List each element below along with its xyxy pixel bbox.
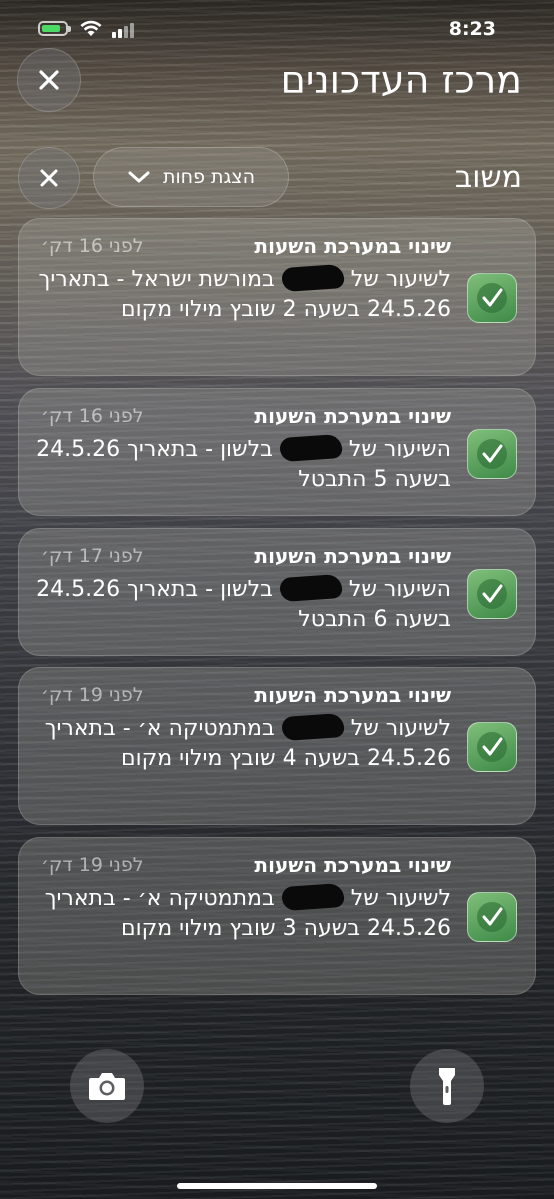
notification-card[interactable]: שינוי במערכת השעות לפני 17 דק׳ השיעור של… bbox=[18, 528, 536, 656]
close-notification-center-button[interactable] bbox=[17, 48, 81, 112]
notification-card[interactable]: שינוי במערכת השעות לפני 19 דק׳ לשיעור של… bbox=[18, 837, 536, 995]
clear-section-button[interactable] bbox=[18, 147, 80, 209]
notification-title: שינוי במערכת השעות bbox=[254, 404, 451, 428]
notification-body: השיעור של בלשון - בתאריך 24.5.26 בשעה 5 … bbox=[31, 433, 451, 495]
redacted-name bbox=[279, 433, 343, 463]
flashlight-button[interactable] bbox=[410, 1049, 484, 1123]
notification-body: לשיעור של במתמטיקה א׳ - בתאריך 24.5.26 ב… bbox=[31, 712, 451, 774]
redacted-name bbox=[280, 263, 345, 293]
notification-body: השיעור של בלשון - בתאריך 24.5.26 בשעה 6 … bbox=[31, 573, 451, 635]
show-less-button[interactable]: הצגת פחות bbox=[93, 147, 289, 207]
notification-card[interactable]: שינוי במערכת השעות לפני 16 דק׳ השיעור של… bbox=[18, 388, 536, 516]
checkmark-app-icon bbox=[467, 569, 517, 619]
notification-body: לשיעור של במורשת ישראל - בתאריך 24.5.26 … bbox=[31, 263, 451, 325]
notification-time: לפני 17 דק׳ bbox=[41, 545, 144, 567]
notification-title: שינוי במערכת השעות bbox=[254, 683, 451, 707]
status-time: 8:23 bbox=[448, 18, 496, 40]
notification-time: לפני 16 דק׳ bbox=[41, 235, 144, 257]
checkmark-app-icon bbox=[467, 273, 517, 323]
notification-body: לשיעור של במתמטיקה א׳ - בתאריך 24.5.26 ב… bbox=[31, 882, 451, 944]
camera-button[interactable] bbox=[70, 1049, 144, 1123]
notification-title: שינוי במערכת השעות bbox=[254, 544, 451, 568]
battery-icon bbox=[38, 21, 71, 36]
flashlight-icon bbox=[439, 1068, 455, 1105]
redacted-name bbox=[280, 882, 345, 912]
close-icon bbox=[39, 70, 59, 90]
notification-title: שינוי במערכת השעות bbox=[254, 234, 451, 258]
home-indicator[interactable] bbox=[177, 1183, 377, 1189]
chevron-down-icon bbox=[128, 171, 150, 183]
notification-time: לפני 16 דק׳ bbox=[41, 405, 144, 427]
checkmark-app-icon bbox=[467, 429, 517, 479]
wifi-icon bbox=[80, 20, 102, 36]
camera-icon bbox=[89, 1073, 125, 1100]
notification-card[interactable]: שינוי במערכת השעות לפני 19 דק׳ לשיעור של… bbox=[18, 667, 536, 825]
notification-time: לפני 19 דק׳ bbox=[41, 684, 144, 706]
checkmark-app-icon bbox=[467, 892, 517, 942]
show-less-label: הצגת פחות bbox=[163, 166, 255, 188]
notification-time: לפני 19 דק׳ bbox=[41, 854, 144, 876]
checkmark-app-icon bbox=[467, 722, 517, 772]
status-bar: 8:23 bbox=[0, 0, 554, 64]
notification-title: שינוי במערכת השעות bbox=[254, 853, 451, 877]
notification-card[interactable]: שינוי במערכת השעות לפני 16 דק׳ לשיעור של… bbox=[18, 218, 536, 376]
section-title: משוב bbox=[454, 160, 522, 195]
redacted-name bbox=[280, 712, 345, 742]
cellular-signal-icon bbox=[112, 22, 134, 38]
close-icon bbox=[40, 169, 58, 187]
redacted-name bbox=[279, 573, 343, 603]
page-title: מרכז העדכונים bbox=[280, 58, 522, 102]
